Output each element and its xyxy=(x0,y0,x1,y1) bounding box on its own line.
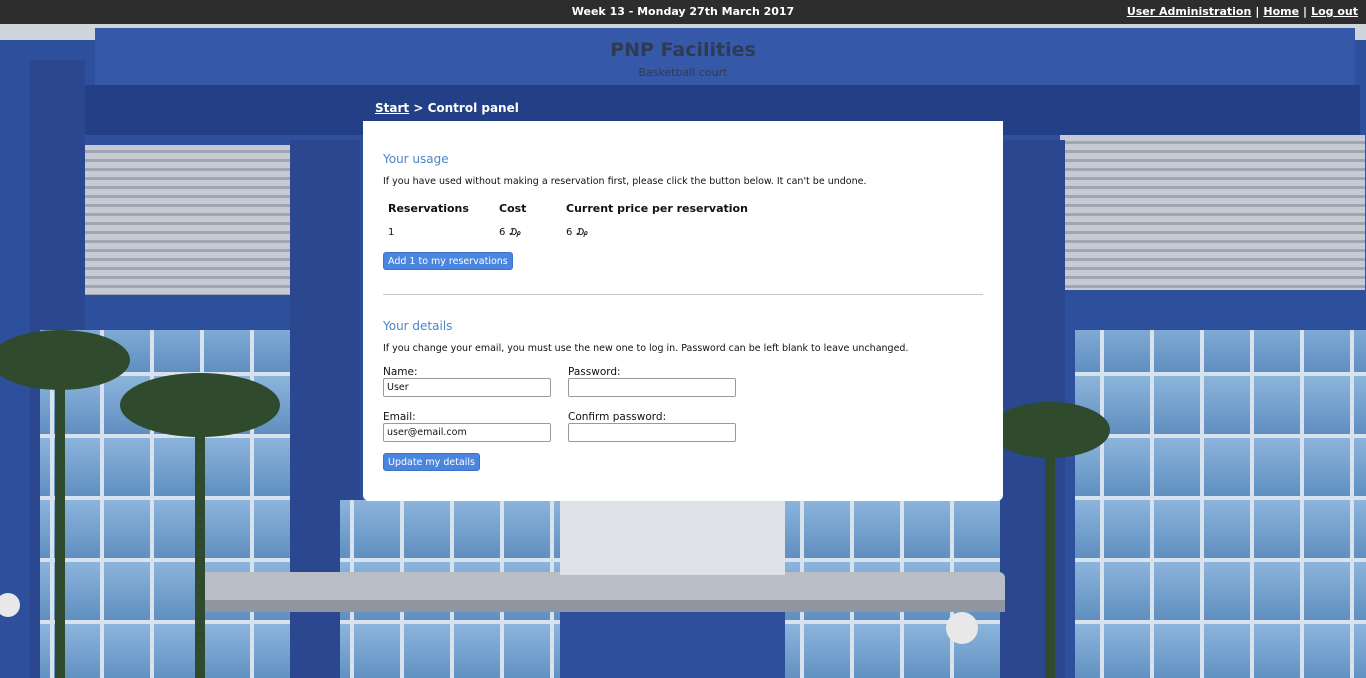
table-row: 1 6 ₯ 6 ₯ xyxy=(383,221,753,244)
link-separator: | xyxy=(1255,5,1260,18)
site-title: PNP Facilities xyxy=(610,39,756,61)
site-subtitle: Basketball court xyxy=(638,66,728,79)
email-label: Email: xyxy=(383,411,416,423)
usage-section-title: Your usage xyxy=(383,152,449,166)
reservations-count: 1 xyxy=(388,227,395,238)
usage-table-header-row: Reservations Cost Current price per rese… xyxy=(383,199,753,221)
details-note: If you change your email, you must use t… xyxy=(383,343,909,354)
top-nav-links: User Administration | Home | Log out xyxy=(1127,5,1358,18)
breadcrumb-current: Control panel xyxy=(427,101,519,115)
usage-table: Reservations Cost Current price per rese… xyxy=(383,199,753,244)
control-panel: Your usage If you have used without maki… xyxy=(363,121,1003,501)
password-label: Password: xyxy=(568,366,621,378)
cost-value: 6 ₯ xyxy=(499,227,522,238)
section-divider xyxy=(383,294,983,295)
update-details-button[interactable]: Update my details xyxy=(383,453,480,471)
email-input[interactable] xyxy=(383,423,551,442)
breadcrumb: Start > Control panel xyxy=(375,101,519,115)
link-separator: | xyxy=(1303,5,1308,18)
column-header-price: Current price per reservation xyxy=(566,202,748,215)
password-input[interactable] xyxy=(568,378,736,397)
top-bar: Week 13 - Monday 27th March 2017 User Ad… xyxy=(0,0,1366,24)
name-input[interactable] xyxy=(383,378,551,397)
column-header-reservations: Reservations xyxy=(388,202,469,215)
name-label: Name: xyxy=(383,366,418,378)
breadcrumb-separator: > xyxy=(413,101,424,115)
home-link[interactable]: Home xyxy=(1263,5,1299,18)
column-header-cost: Cost xyxy=(499,202,527,215)
add-reservation-button[interactable]: Add 1 to my reservations xyxy=(383,252,513,270)
usage-note: If you have used without making a reserv… xyxy=(383,176,867,187)
log-out-link[interactable]: Log out xyxy=(1311,5,1358,18)
confirm-password-label: Confirm password: xyxy=(568,411,667,423)
price-per-reservation-value: 6 ₯ xyxy=(566,227,589,238)
confirm-password-input[interactable] xyxy=(568,423,736,442)
breadcrumb-start-link[interactable]: Start xyxy=(375,101,409,115)
details-section-title: Your details xyxy=(383,319,453,333)
user-administration-link[interactable]: User Administration xyxy=(1127,5,1252,18)
